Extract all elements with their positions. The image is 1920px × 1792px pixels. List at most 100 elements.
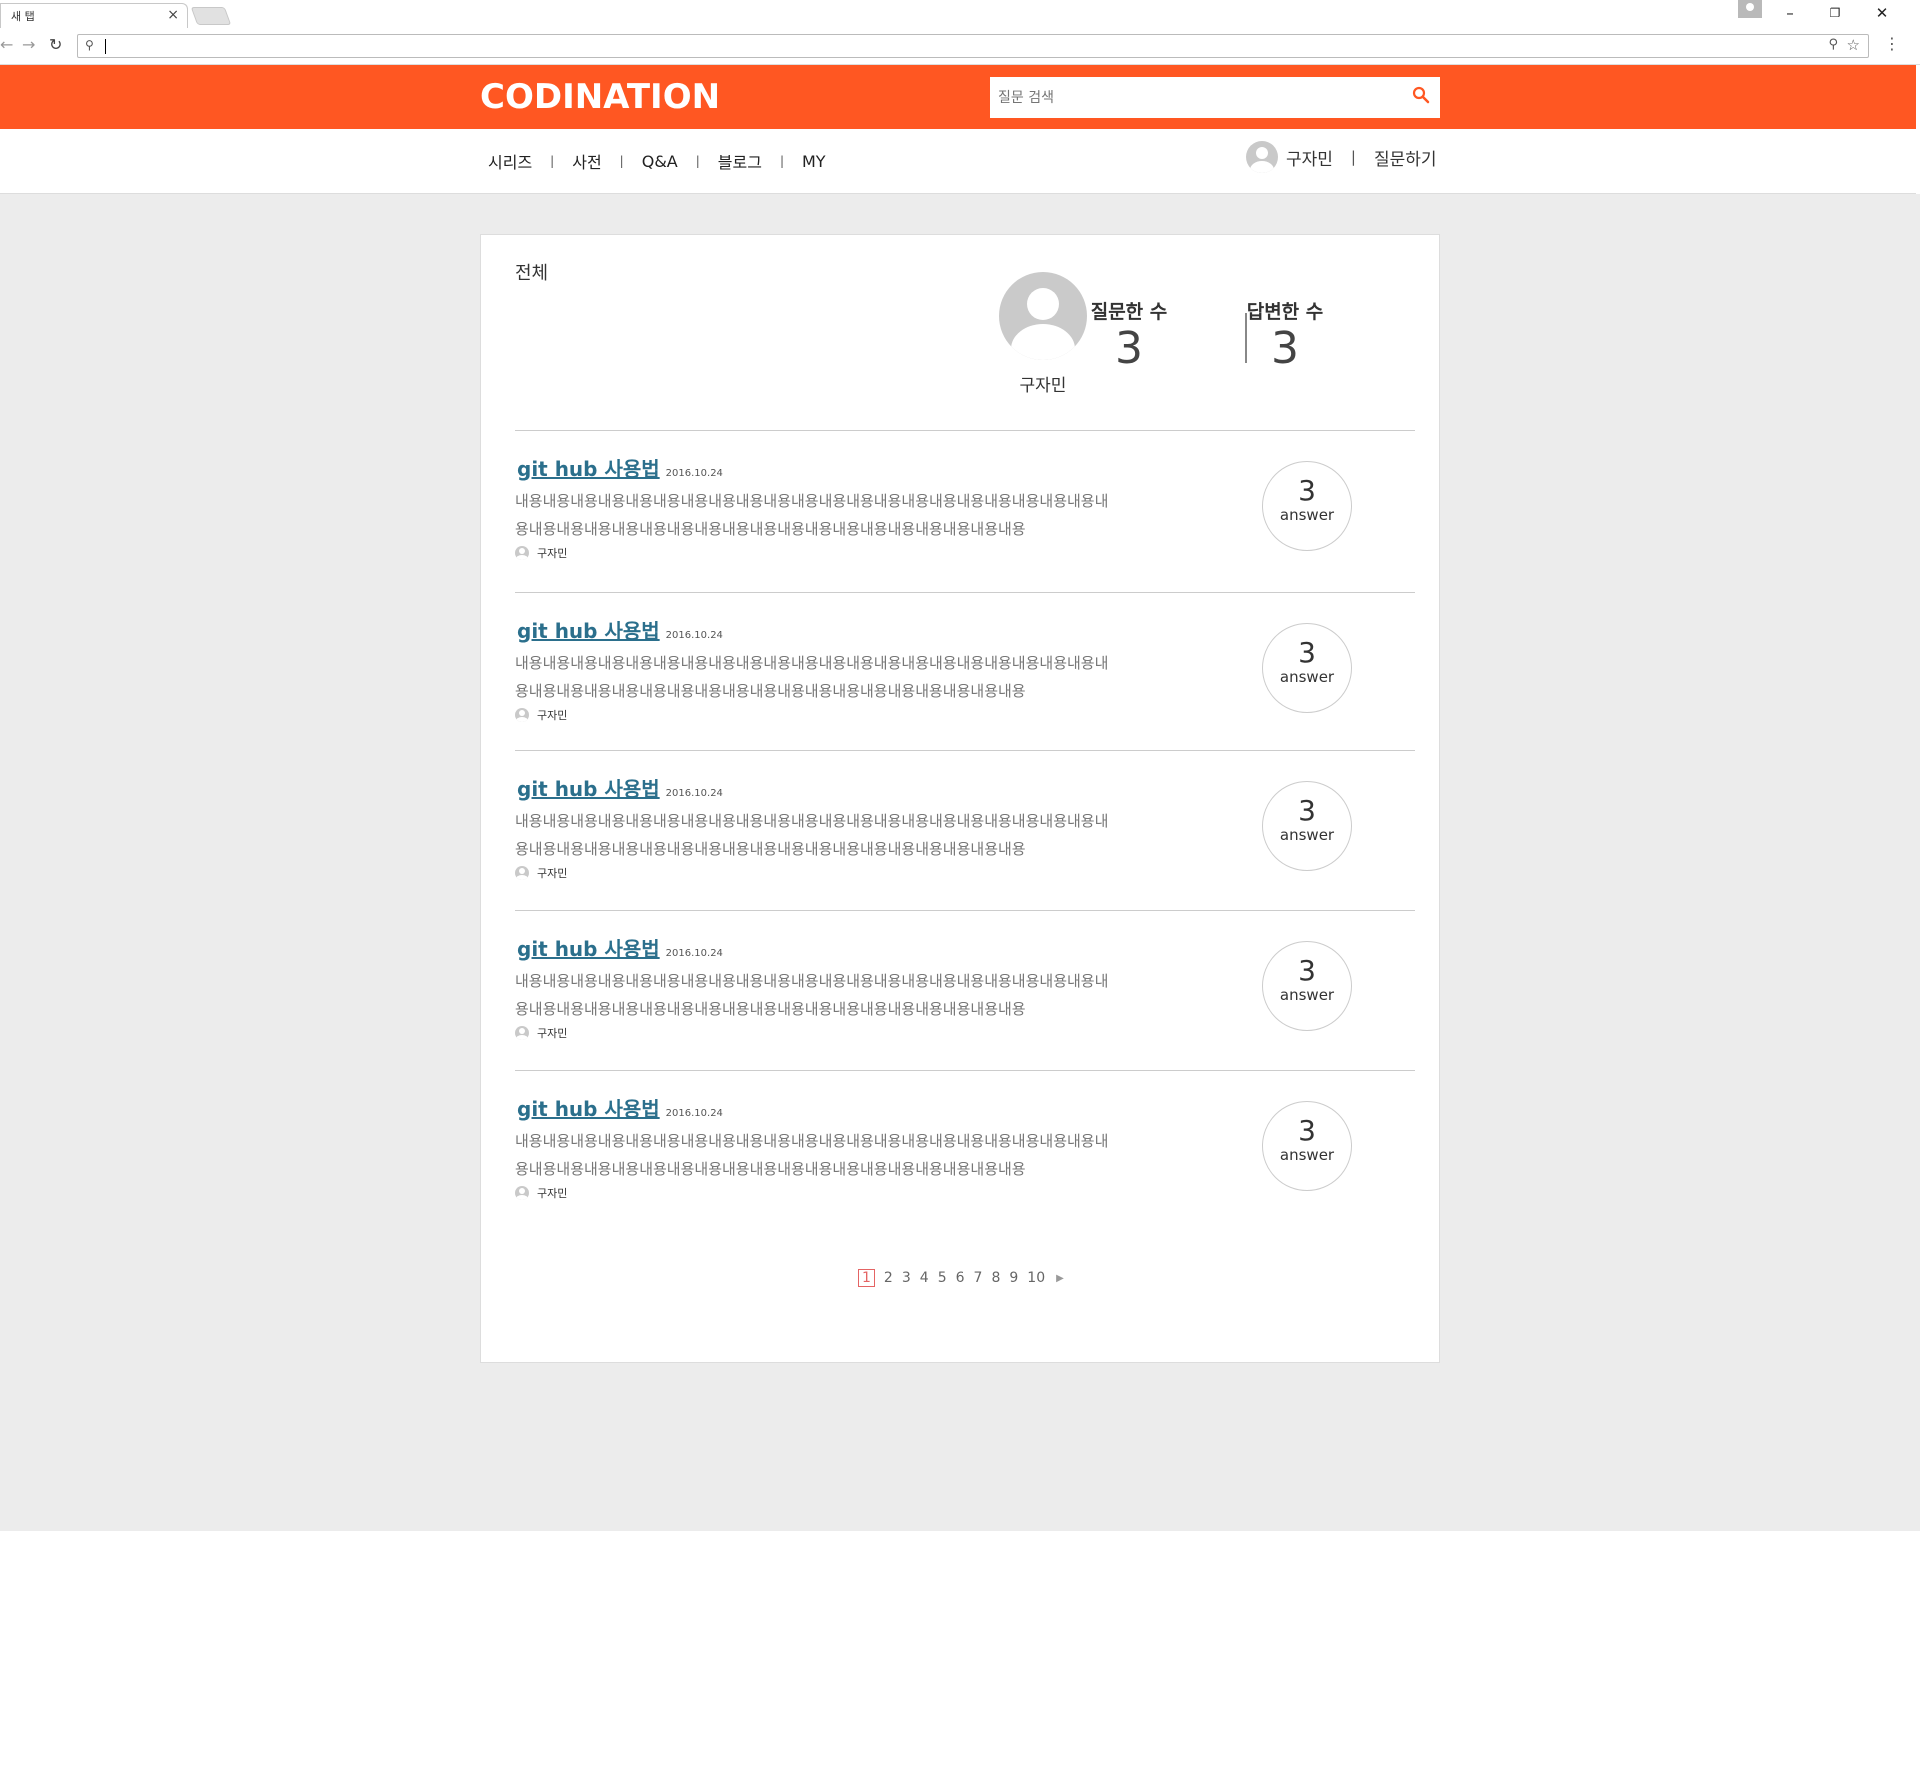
divider	[515, 750, 1415, 751]
question-date: 2016.10.24	[665, 630, 723, 641]
author-avatar-icon	[515, 1026, 529, 1040]
page-link-current[interactable]: 1	[858, 1269, 875, 1287]
page-link[interactable]: 8	[991, 1270, 1000, 1286]
user-separator: |	[1350, 148, 1356, 166]
page-link[interactable]: 7	[974, 1270, 983, 1286]
main-menu: 시리즈 | 사전 | Q&A | 블로그 | MY	[488, 149, 826, 173]
asked-stat: 질문한 수 3	[1069, 297, 1189, 374]
question-item: git hub 사용법 2016.10.24 내용내용내용내용내용내용내용내용내용…	[515, 615, 1415, 755]
answer-count-badge[interactable]: 3 answer	[1262, 623, 1352, 713]
next-arrow-icon[interactable]: ▶	[1056, 1273, 1064, 1284]
profile-name: 구자민	[1019, 376, 1067, 396]
answer-count-badge[interactable]: 3 answer	[1262, 461, 1352, 551]
question-content: 내용내용내용내용내용내용내용내용내용내용내용내용내용내용내용내용내용내용내용내용…	[515, 1132, 1109, 1178]
question-content: 내용내용내용내용내용내용내용내용내용내용내용내용내용내용내용내용내용내용내용내용…	[515, 654, 1109, 700]
page-link[interactable]: 10	[1027, 1270, 1045, 1286]
question-content: 내용내용내용내용내용내용내용내용내용내용내용내용내용내용내용내용내용내용내용내용…	[515, 492, 1109, 538]
page-link[interactable]: 2	[884, 1270, 893, 1286]
nav-item-qna[interactable]: Q&A	[642, 152, 678, 171]
tab-close-icon[interactable]: ×	[167, 7, 179, 23]
divider	[515, 910, 1415, 911]
reload-icon[interactable]: ↻	[49, 35, 62, 54]
avatar[interactable]	[1246, 141, 1278, 173]
user-name-link[interactable]: 구자민	[1286, 145, 1333, 170]
question-date: 2016.10.24	[665, 948, 723, 959]
minimize-icon[interactable]: –	[1770, 2, 1810, 24]
section-title: 전체	[515, 263, 549, 284]
menu-separator: |	[695, 154, 700, 168]
question-content: 내용내용내용내용내용내용내용내용내용내용내용내용내용내용내용내용내용내용내용내용…	[515, 972, 1109, 1018]
answer-count: 3	[1298, 954, 1316, 987]
menu-separator: |	[779, 154, 784, 168]
nav-item-blog[interactable]: 블로그	[718, 149, 762, 173]
answer-label: answer	[1279, 668, 1335, 686]
forward-icon[interactable]: →	[22, 35, 35, 54]
answer-count-badge[interactable]: 3 answer	[1262, 1101, 1352, 1191]
divider	[515, 430, 1415, 431]
answer-label: answer	[1279, 506, 1335, 524]
bookmark-star-icon[interactable]: ☆	[1847, 36, 1860, 54]
question-title[interactable]: git hub 사용법 2016.10.24	[517, 1093, 723, 1122]
new-tab-button[interactable]	[190, 7, 232, 25]
page-link[interactable]: 3	[902, 1270, 911, 1286]
question-list-card: 전체 구자민 질문한 수 3 답변한 수 3 git hub 사용법 2016.1…	[480, 234, 1440, 1363]
answer-count: 3	[1298, 474, 1316, 507]
browser-profile-icon[interactable]	[1738, 0, 1762, 18]
browser-tab[interactable]: 새 탭 ×	[0, 3, 188, 28]
site-logo[interactable]: CODINATION	[480, 77, 720, 117]
question-item: git hub 사용법 2016.10.24 내용내용내용내용내용내용내용내용내용…	[515, 773, 1415, 913]
question-item: git hub 사용법 2016.10.24 내용내용내용내용내용내용내용내용내용…	[515, 1093, 1415, 1233]
question-author: 구자민	[515, 1025, 567, 1041]
page-link[interactable]: 6	[956, 1270, 965, 1286]
site-header: CODINATION	[0, 65, 1916, 129]
question-date: 2016.10.24	[665, 1108, 723, 1119]
search-icon[interactable]	[1412, 86, 1430, 104]
question-item: git hub 사용법 2016.10.24 내용내용내용내용내용내용내용내용내용…	[515, 453, 1415, 593]
author-avatar-icon	[515, 866, 529, 880]
page-link[interactable]: 9	[1009, 1270, 1018, 1286]
back-icon[interactable]: ←	[0, 35, 13, 54]
address-bar[interactable]: ⚲ ⚲ ☆	[77, 34, 1869, 58]
restore-icon[interactable]: ❐	[1815, 2, 1855, 24]
browser-menu-icon[interactable]: ⋮	[1884, 34, 1900, 53]
ask-question-link[interactable]: 질문하기	[1374, 145, 1437, 170]
question-date: 2016.10.24	[665, 468, 723, 479]
answer-count: 3	[1298, 636, 1316, 669]
browser-tab-strip: 새 탭 × – ❐ ✕	[0, 0, 1920, 28]
pagination: 1 2 3 4 5 6 7 8 9 10 ▶	[858, 1269, 1073, 1287]
nav-item-my[interactable]: MY	[802, 152, 826, 171]
question-title[interactable]: git hub 사용법 2016.10.24	[517, 453, 723, 482]
author-avatar-icon	[515, 546, 529, 560]
close-window-icon[interactable]: ✕	[1862, 2, 1902, 24]
answer-count-badge[interactable]: 3 answer	[1262, 781, 1352, 871]
answer-count-badge[interactable]: 3 answer	[1262, 941, 1352, 1031]
question-title[interactable]: git hub 사용법 2016.10.24	[517, 773, 723, 802]
search-input[interactable]	[998, 77, 1398, 118]
page-link[interactable]: 5	[938, 1270, 947, 1286]
question-date: 2016.10.24	[665, 788, 723, 799]
browser-toolbar: ← → ↻ ⚲ ⚲ ☆ ⋮	[0, 28, 1920, 65]
address-caret	[105, 39, 106, 54]
answered-label: 답변한 수	[1246, 301, 1324, 323]
question-author: 구자민	[515, 865, 567, 881]
answer-label: answer	[1279, 986, 1335, 1004]
question-content: 내용내용내용내용내용내용내용내용내용내용내용내용내용내용내용내용내용내용내용내용…	[515, 812, 1109, 858]
page-link[interactable]: 4	[920, 1270, 929, 1286]
tab-title: 새 탭	[11, 10, 35, 23]
question-author: 구자민	[515, 707, 567, 723]
answer-count: 3	[1298, 1114, 1316, 1147]
menu-separator: |	[550, 154, 555, 168]
divider	[515, 592, 1415, 593]
question-title[interactable]: git hub 사용법 2016.10.24	[517, 615, 723, 644]
author-avatar-icon	[515, 1186, 529, 1200]
answer-count: 3	[1298, 794, 1316, 827]
menu-separator: |	[619, 154, 624, 168]
nav-item-dictionary[interactable]: 사전	[572, 149, 601, 173]
question-title[interactable]: git hub 사용법 2016.10.24	[517, 933, 723, 962]
main-nav: 시리즈 | 사전 | Q&A | 블로그 | MY 구자민 | 질문하기	[0, 129, 1916, 194]
answered-count: 3	[1271, 323, 1299, 374]
question-author: 구자민	[515, 1185, 567, 1201]
nav-item-series[interactable]: 시리즈	[488, 149, 532, 173]
answer-label: answer	[1279, 1146, 1335, 1164]
zoom-icon[interactable]: ⚲	[1828, 37, 1838, 52]
